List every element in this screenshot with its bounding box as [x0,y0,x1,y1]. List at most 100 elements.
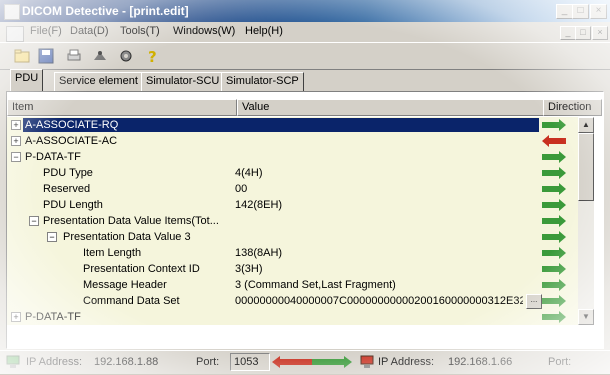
outgoing-arrow-icon [542,263,566,275]
menu-file[interactable]: File(F) [30,25,62,37]
settings-icon[interactable] [118,48,134,64]
tree-item-label: A-ASSOCIATE-AC [25,135,118,147]
outgoing-arrow-icon [542,183,566,195]
scroll-up-button[interactable]: ▲ [578,117,594,133]
tree-row[interactable]: Presentation Context ID 3(3H) [7,261,578,277]
tree-row[interactable]: PDU Length 142(8EH) [7,197,578,213]
mdi-minimize-button[interactable]: _ [560,26,576,40]
ip-value-left: 192.168.1.88 [94,356,159,368]
minimize-button[interactable]: _ [556,4,573,19]
window-title: DICOM Detective - [print.edit] [22,4,189,18]
title-bar: DICOM Detective - [print.edit] _ □ × [0,0,610,22]
outgoing-arrow-icon [542,215,566,227]
outgoing-arrow-icon [542,199,566,211]
toolbar: ? [0,42,610,70]
port-label: Port: [196,356,220,368]
tree-item-value: 138(8AH) [235,247,283,259]
tree-row[interactable]: + A-ASSOCIATE-RQ [7,117,578,133]
column-header: Item Value Direction [7,99,602,116]
computer-icon [6,355,20,368]
outgoing-arrow-icon [542,295,566,307]
document-icon[interactable] [6,26,24,42]
app-icon [4,4,20,20]
tree-item-label: PDU Length [43,199,103,211]
tree-item-label: Presentation Data Value 3 [63,231,191,243]
tree-item-label: P-DATA-TF [25,311,81,323]
pdu-tree: + A-ASSOCIATE-RQ + A-ASSOCIATE-AC − P-DATA-TF… [7,117,578,325]
outgoing-arrow-icon [542,167,566,179]
tree-item-label: Reserved [43,183,91,195]
vertical-scrollbar[interactable]: ▲ ▼ [578,117,594,325]
tree-row[interactable]: − P-DATA-TF [7,149,578,165]
tree-item-value: 142(8EH) [235,199,283,211]
tab-simulator-scp[interactable]: Simulator-SCP [221,72,304,92]
tree-row[interactable]: Command Data Set 00000000040000007C000000… [7,293,578,309]
svg-text:?: ? [148,48,157,64]
expand-icon[interactable]: + [11,136,21,146]
tree-row[interactable]: + P-DATA-TF [7,309,578,325]
tree-row[interactable]: PDU Type 4(4H) [7,165,578,181]
tree-item-label: Item Length [83,247,142,259]
menu-data[interactable]: Data(D) [70,25,109,37]
tree-item-value: 3 (Command Set,Last Fragment) [235,279,396,291]
restore-button[interactable]: □ [572,4,589,19]
tab-pdu[interactable]: PDU [10,69,44,91]
tree-row[interactable]: + A-ASSOCIATE-AC [7,133,578,149]
save-icon[interactable] [38,48,54,64]
print-icon[interactable] [66,48,82,64]
mdi-close-button[interactable]: × [592,26,608,40]
outgoing-arrow-icon [542,119,566,131]
value-ellipsis-button[interactable]: ... [526,294,542,309]
outgoing-arrow-icon [542,247,566,259]
outgoing-arrow-icon [542,151,566,163]
tab-simulator-scu[interactable]: Simulator-SCU [141,72,225,92]
tree-item-value: 00000000040000007C0000000000020016000000… [235,295,523,307]
outgoing-arrow-icon [542,279,566,291]
menu-tools[interactable]: Tools(T) [120,25,160,37]
outgoing-arrow-icon [542,231,566,243]
connect-icon[interactable] [92,48,108,64]
tree-item-value: 4(4H) [235,167,263,179]
collapse-icon[interactable]: − [11,152,21,162]
mdi-restore-button[interactable]: □ [575,26,591,40]
collapse-icon[interactable]: − [29,216,39,226]
menu-bar: File(F) Data(D) Tools(T) Windows(W) Help… [0,22,610,42]
ip-label-left: IP Address: [26,356,83,368]
port-value: 1053 [230,353,270,371]
menu-help[interactable]: Help(H) [245,25,283,37]
column-direction[interactable]: Direction [543,99,602,116]
tree-item-label: Message Header [83,279,167,291]
close-button[interactable]: × [590,4,607,19]
expand-icon[interactable]: + [11,312,21,322]
help-icon[interactable]: ? [144,48,160,64]
tree-item-label: PDU Type [43,167,93,179]
tree-row[interactable]: − Presentation Data Value Items(Tot... [7,213,578,229]
server-icon [360,355,374,368]
tree-row[interactable]: Reserved 00 [7,181,578,197]
tab-service-element[interactable]: Service element [54,72,143,92]
scroll-down-button[interactable]: ▼ [578,309,594,325]
tree-item-label: A-ASSOCIATE-RQ [23,118,539,132]
column-item[interactable]: Item [7,99,237,116]
tree-item-value: 00 [235,183,248,195]
tree-row[interactable]: Item Length 138(8AH) [7,245,578,261]
expand-icon[interactable]: + [11,120,21,130]
outgoing-arrow-icon [542,311,566,323]
menu-windows[interactable]: Windows(W) [173,25,235,37]
tree-item-label: P-DATA-TF [25,151,81,163]
ip-value-right: 192.168.1.66 [448,356,513,368]
open-icon[interactable] [14,48,30,64]
tree-item-label: Presentation Data Value Items(Tot... [43,215,219,227]
tree-item-label: Command Data Set [83,295,180,307]
tree-row[interactable]: Message Header 3 (Command Set,Last Fragme… [7,277,578,293]
port-label-right: Port: [548,356,572,368]
tree-item-label: Presentation Context ID [83,263,200,275]
tree-item-value: 3(3H) [235,263,263,275]
ip-label-right: IP Address: [378,356,435,368]
column-value[interactable]: Value [237,99,544,116]
tree-row[interactable]: − Presentation Data Value 3 [7,229,578,245]
connection-arrows-icon [272,356,352,368]
incoming-arrow-icon [542,135,566,147]
collapse-icon[interactable]: − [47,232,57,242]
scroll-thumb[interactable] [578,133,594,201]
